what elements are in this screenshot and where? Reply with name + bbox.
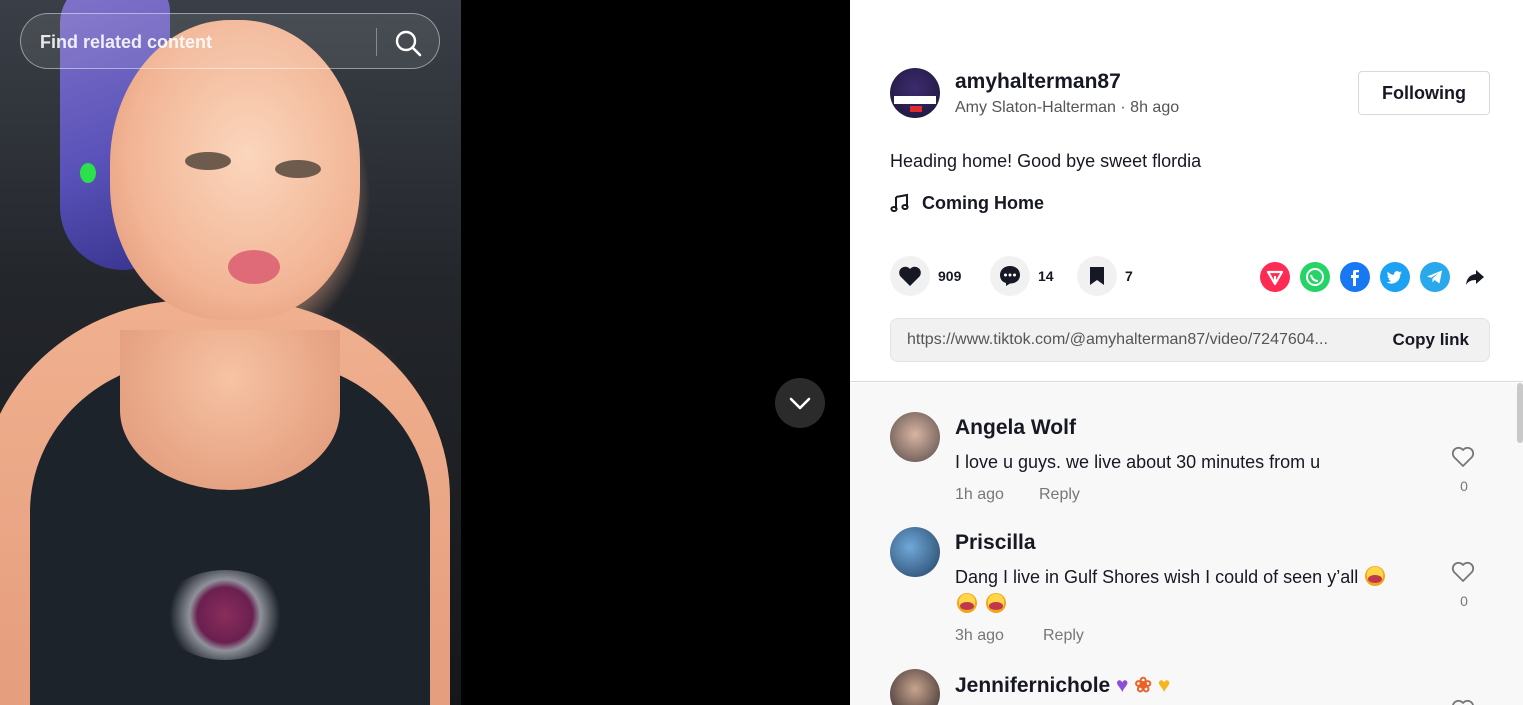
commenter-name: Jennifernichole (955, 674, 1111, 697)
following-button[interactable]: Following (1358, 71, 1490, 115)
comment-action[interactable]: 14 (990, 256, 1054, 296)
comment-count: 14 (1038, 268, 1054, 284)
video-link-box: https://www.tiktok.com/@amyhalterman87/v… (890, 318, 1490, 362)
avatar-badge (910, 106, 922, 112)
video-scene-eye (275, 160, 321, 178)
comment-item: Priscilla Dang I live in Gulf Shores wis… (890, 527, 1490, 657)
facebook-icon[interactable] (1340, 262, 1370, 292)
comments-scrollbar[interactable] (1517, 383, 1523, 443)
video-area[interactable] (0, 0, 850, 705)
video-scene-lips (228, 250, 280, 284)
save-count: 7 (1125, 268, 1133, 284)
subline-separator: · (1115, 99, 1131, 116)
repost-icon[interactable] (1260, 262, 1290, 292)
reply-button[interactable]: Reply (1039, 486, 1080, 504)
author-display-name: Amy Slaton-Halterman (955, 99, 1116, 116)
chevron-down-icon (789, 397, 811, 410)
butterfly-icon: ❀ (1134, 674, 1152, 697)
music-note-icon (890, 193, 909, 212)
details-panel: amyhalterman87 Amy Slaton-Halterman · 8h… (850, 0, 1523, 705)
commenter-avatar[interactable] (890, 412, 940, 462)
comment-text: I love u guys. we live about 30 minutes … (955, 452, 1321, 472)
author-username[interactable]: amyhalterman87 (955, 70, 1121, 94)
comment-text-block: Dang I live in Gulf Shores wish I could … (955, 564, 1435, 618)
author-avatar[interactable] (890, 68, 940, 118)
music-link[interactable]: Coming Home (890, 191, 1044, 215)
save-action[interactable]: 7 (1077, 256, 1133, 296)
comment-like-count: 0 (1460, 593, 1468, 609)
comment-icon[interactable] (990, 256, 1030, 296)
heart-outline-icon[interactable] (1450, 697, 1476, 705)
video-scene-eye (185, 152, 231, 170)
purple-heart-icon: ♥ (1116, 674, 1129, 697)
author-subline: Amy Slaton-Halterman · 8h ago (955, 99, 1179, 117)
commenter-name[interactable]: Priscilla (955, 531, 1036, 555)
post-time: 8h ago (1130, 99, 1180, 116)
heart-hands-icon: ♥ (1157, 674, 1171, 697)
reply-button[interactable]: Reply (1043, 627, 1084, 645)
like-count: 909 (938, 268, 962, 284)
video-player[interactable] (0, 0, 461, 705)
bookmark-icon[interactable] (1077, 256, 1117, 296)
video-scene-heart-design (160, 570, 290, 660)
next-video-button[interactable] (775, 378, 825, 428)
comment-text: Dang I live in Gulf Shores wish I could … (955, 567, 1359, 587)
video-scene-neckline (120, 330, 340, 490)
search-divider (376, 28, 377, 56)
twitter-icon[interactable] (1380, 262, 1410, 292)
comment-time: 1h ago (955, 486, 1004, 503)
music-title: Coming Home (922, 192, 1045, 213)
search-bar[interactable] (20, 13, 440, 69)
tiktok-video-page: amyhalterman87 Amy Slaton-Halterman · 8h… (0, 0, 1523, 705)
crying-emoji-icon (957, 593, 977, 613)
heart-icon[interactable] (890, 256, 930, 296)
comment-item: Jennifernichole ♥ ❀ ♥ (890, 669, 1490, 705)
heart-outline-icon[interactable] (1450, 444, 1476, 470)
heart-outline-icon[interactable] (1450, 559, 1476, 585)
commenter-name-row[interactable]: Jennifernichole ♥ ❀ ♥ (955, 673, 1170, 698)
search-icon[interactable] (393, 28, 423, 58)
search-input[interactable] (40, 31, 360, 53)
comments-list[interactable]: Angela Wolf I love u guys. we live about… (850, 383, 1523, 705)
comment-item: Angela Wolf I love u guys. we live about… (890, 412, 1490, 512)
video-caption: Heading home! Good bye sweet flordia (890, 151, 1202, 171)
commenter-avatar[interactable] (890, 527, 940, 577)
like-action[interactable]: 909 (890, 256, 961, 296)
telegram-icon[interactable] (1420, 262, 1450, 292)
commenter-name[interactable]: Angela Wolf (955, 416, 1076, 440)
comment-time: 3h ago (955, 627, 1004, 644)
whatsapp-icon[interactable] (1300, 262, 1330, 292)
share-arrow-icon[interactable] (1460, 262, 1490, 292)
crying-emoji-icon (986, 593, 1007, 613)
video-info-section: amyhalterman87 Amy Slaton-Halterman · 8h… (850, 0, 1523, 382)
crying-emoji-icon (1365, 566, 1386, 586)
video-link-url[interactable]: https://www.tiktok.com/@amyhalterman87/v… (907, 331, 1367, 349)
avatar-banner (894, 96, 936, 104)
copy-link-button[interactable]: Copy link (1392, 330, 1469, 350)
comment-like-count: 0 (1460, 478, 1468, 494)
video-scene-earring (80, 163, 96, 183)
commenter-avatar[interactable] (890, 669, 940, 705)
